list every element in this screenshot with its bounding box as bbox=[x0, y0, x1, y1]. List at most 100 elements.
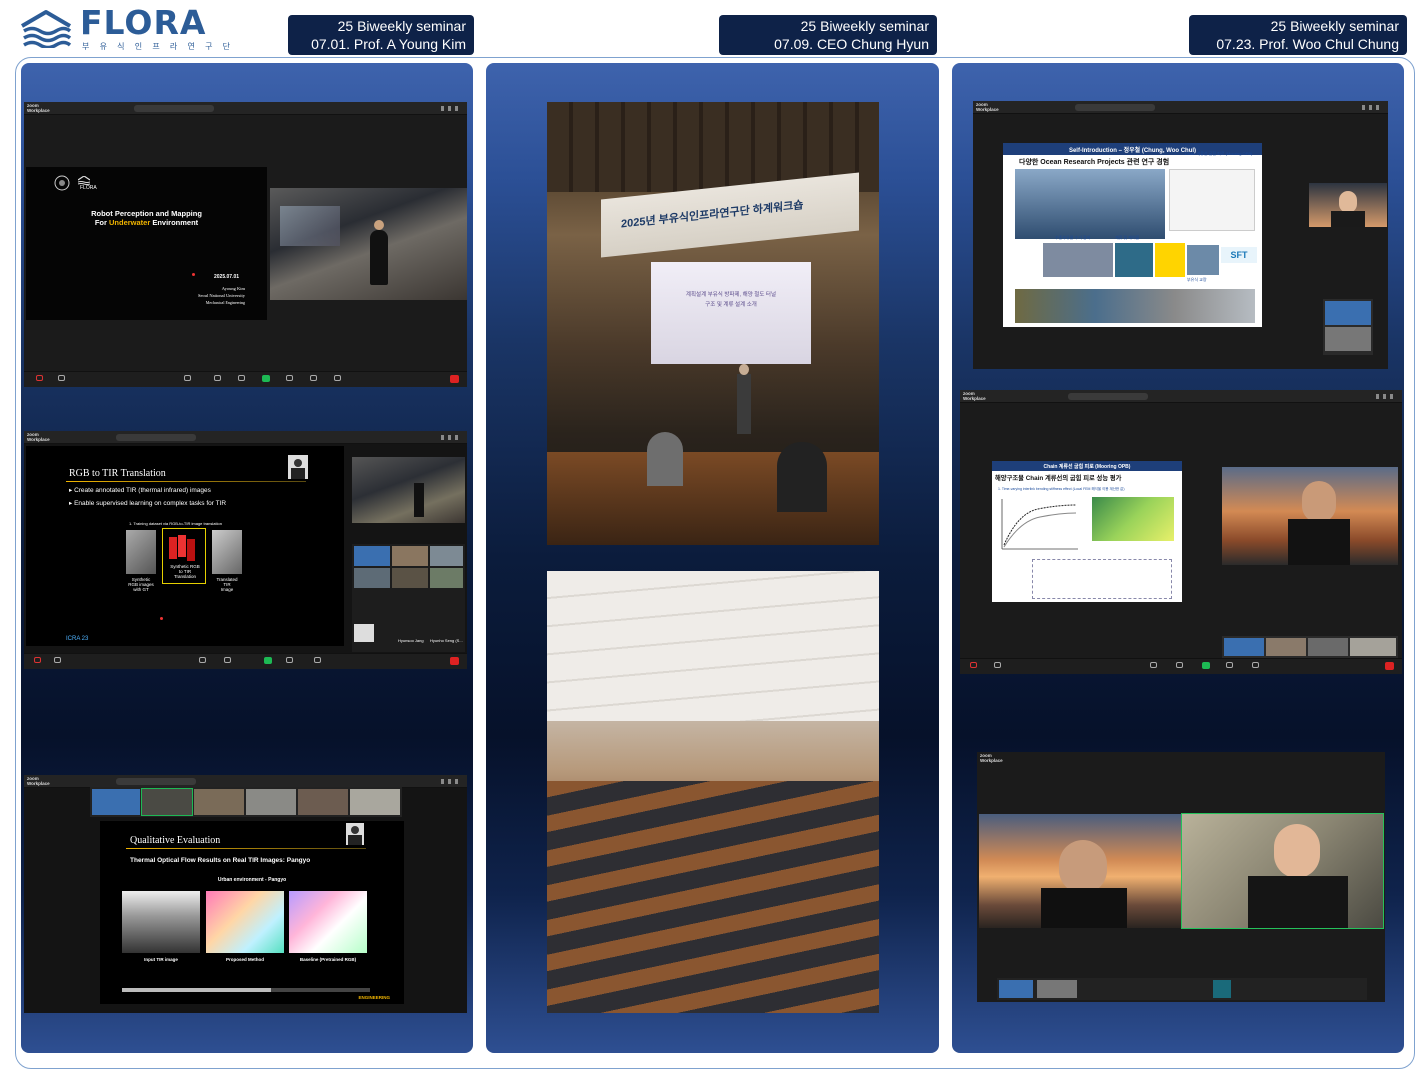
leave-icon[interactable] bbox=[1385, 662, 1394, 670]
zoom-share-tab[interactable] bbox=[1075, 104, 1155, 111]
logo-wordmark: FLORA bbox=[80, 3, 207, 42]
chat-icon[interactable] bbox=[214, 375, 221, 381]
window-controls-icon[interactable] bbox=[1376, 394, 1396, 399]
slide-title-for: For bbox=[94, 218, 109, 227]
apps-icon[interactable] bbox=[310, 375, 317, 381]
slide-bullet-2: ▸ Enable supervised learning on complex … bbox=[69, 500, 227, 507]
slide-chain-fatigue: Chain 계류선 굽힘 피로 (Mooring OPB) 해양구조물 Chai… bbox=[992, 461, 1182, 602]
slide-heading: Qualitative Evaluation bbox=[130, 835, 221, 846]
zoom-screenshot-chung-chain: zoom Workplace Chain 계류선 굽힘 피로 (Mooring … bbox=[960, 390, 1402, 674]
more-icon[interactable] bbox=[1252, 662, 1259, 668]
seminar-tag-kim: 25 Biweekly seminar 07.01. Prof. A Young… bbox=[288, 15, 474, 55]
participant-gallery: Hyunsoo Jang Hyunho Seng (S... bbox=[352, 544, 465, 652]
photo-audience bbox=[547, 571, 879, 1013]
laser-pointer bbox=[160, 617, 163, 620]
more-icon[interactable] bbox=[314, 657, 321, 663]
flow-proposed-image bbox=[206, 891, 284, 953]
react-icon[interactable] bbox=[238, 375, 245, 381]
speaker-video bbox=[1309, 183, 1387, 227]
slide-bullet-text: Create annotated TIR (thermal infrared) … bbox=[74, 487, 211, 494]
flowchart bbox=[1032, 559, 1172, 599]
label-left: Synthetic RGB images with GT bbox=[128, 577, 154, 592]
mic-muted-icon[interactable] bbox=[970, 662, 977, 668]
participants-icon[interactable] bbox=[199, 657, 206, 663]
seminar-tag-line2: 07.09. CEO Chung Hyun bbox=[774, 36, 929, 52]
speaker-body bbox=[737, 374, 751, 434]
speaker-head bbox=[739, 364, 749, 375]
zoom-share-tab[interactable] bbox=[116, 434, 196, 441]
chat-icon[interactable] bbox=[224, 657, 231, 663]
label-mid: Synthetic RGB to TIR Translation bbox=[170, 564, 200, 579]
camera-icon[interactable] bbox=[994, 662, 1001, 668]
label-right: Translated TIR Image bbox=[216, 577, 238, 592]
flora-wave-logo-icon bbox=[20, 10, 72, 48]
gallery-name-2: Hyunho Seng (S... bbox=[430, 638, 463, 643]
participants-icon[interactable] bbox=[184, 375, 191, 381]
host-tools-icon[interactable] bbox=[1226, 662, 1233, 668]
tir-image-stack bbox=[212, 530, 242, 574]
seminar-tag-line1: 25 Biweekly seminar bbox=[1270, 18, 1399, 34]
fatigue-surface-plot bbox=[1092, 497, 1174, 541]
speaker-figure bbox=[370, 230, 388, 285]
slide-title-env: Environment bbox=[150, 218, 199, 227]
zoom-brand: zoom Workplace bbox=[27, 432, 50, 442]
zoom-share-tab[interactable] bbox=[1068, 393, 1148, 400]
leave-icon[interactable] bbox=[450, 375, 459, 383]
rows-of-audience bbox=[547, 781, 879, 1013]
label-mooring: Chain 계류선 굽힘 피로 (Mooring OPB) bbox=[1185, 151, 1253, 156]
window-controls-icon[interactable] bbox=[441, 106, 461, 111]
participants-icon[interactable] bbox=[1150, 662, 1157, 668]
slide-heading: 해양구조물 Chain 계류선의 굽힘 피로 성능 평가 bbox=[995, 475, 1122, 482]
laser-pointer bbox=[192, 273, 195, 276]
zoom-toolbar bbox=[960, 658, 1402, 674]
flora-mini-logo-icon bbox=[78, 176, 90, 185]
host-tools-icon[interactable] bbox=[286, 657, 293, 663]
chat-icon[interactable] bbox=[1176, 662, 1183, 668]
camera-icon[interactable] bbox=[54, 657, 61, 663]
zoom-screenshot-kim-title: zoom Workplace FLORA Robot Perception an… bbox=[24, 102, 467, 387]
diagram-caption: 1. Training dataset via RGB-to-TIR image… bbox=[129, 521, 222, 526]
window-controls-icon[interactable] bbox=[441, 435, 461, 440]
more-icon[interactable] bbox=[334, 375, 341, 381]
zoom-share-tab[interactable] bbox=[116, 778, 196, 785]
mic-muted-icon[interactable] bbox=[36, 375, 43, 381]
window-controls-icon[interactable] bbox=[441, 779, 461, 784]
zoom-screenshot-chung-intro: zoom Workplace Self-Introduction – 정우철 (… bbox=[973, 101, 1388, 369]
slide-title-line2: For Underwater Environment bbox=[26, 218, 267, 227]
slide-affiliation: Seoul National University bbox=[198, 293, 245, 298]
video-tile-chung bbox=[979, 814, 1181, 928]
slide-presenter: Ayoung Kim bbox=[221, 286, 245, 291]
speaker-video bbox=[1222, 467, 1398, 565]
cable-photo bbox=[1115, 243, 1153, 277]
ceiling-panels bbox=[547, 571, 879, 721]
audience-head-2 bbox=[647, 432, 683, 486]
share-icon[interactable] bbox=[1202, 662, 1210, 669]
banner-text: 2025년 부유식인프라연구단 하계워크숍 bbox=[621, 199, 804, 231]
slide-date: 2025.07.01 bbox=[214, 274, 240, 280]
sft-logo: SFT bbox=[1221, 247, 1257, 263]
slide-qualitative: Qualitative Evaluation Thermal Optical F… bbox=[100, 821, 404, 1004]
zoom-screenshot-kim-rgb: zoom Workplace RGB to TIR Translation ▸ … bbox=[24, 431, 467, 669]
env-label: Urban environment - Pangyo bbox=[217, 877, 287, 883]
zoom-screenshot-chung-gallery: zoom Workplace bbox=[977, 752, 1385, 1002]
window-controls-icon[interactable] bbox=[1362, 105, 1382, 110]
seminar-tag-hyun: 25 Biweekly seminar 07.09. CEO Chung Hyu… bbox=[719, 15, 937, 55]
host-tools-icon[interactable] bbox=[286, 375, 293, 381]
video-progress-bar[interactable] bbox=[122, 988, 370, 992]
rgb-image-stack bbox=[126, 530, 156, 574]
share-icon[interactable] bbox=[264, 657, 272, 664]
bridge-photo bbox=[1187, 245, 1219, 275]
zoom-toolbar bbox=[24, 653, 467, 669]
share-icon[interactable] bbox=[262, 375, 270, 382]
mic-muted-icon[interactable] bbox=[34, 657, 41, 663]
zoom-share-tab[interactable] bbox=[134, 105, 214, 112]
zoom-titlebar: zoom Workplace bbox=[977, 752, 1385, 765]
stiffness-curve-icon bbox=[1001, 499, 1078, 550]
slide-heading: 다양한 Ocean Research Projects 관련 연구 경험 bbox=[1019, 159, 1170, 166]
camera-icon[interactable] bbox=[58, 375, 65, 381]
speaker-video bbox=[352, 457, 465, 523]
zoom-brand: zoom Workplace bbox=[963, 391, 986, 401]
slide-dept: Mechanical Engineering bbox=[205, 300, 245, 305]
slide-self-intro: Self-Introduction – 정우철 (Chung, Woo Chul… bbox=[1003, 143, 1262, 327]
leave-icon[interactable] bbox=[450, 657, 459, 665]
